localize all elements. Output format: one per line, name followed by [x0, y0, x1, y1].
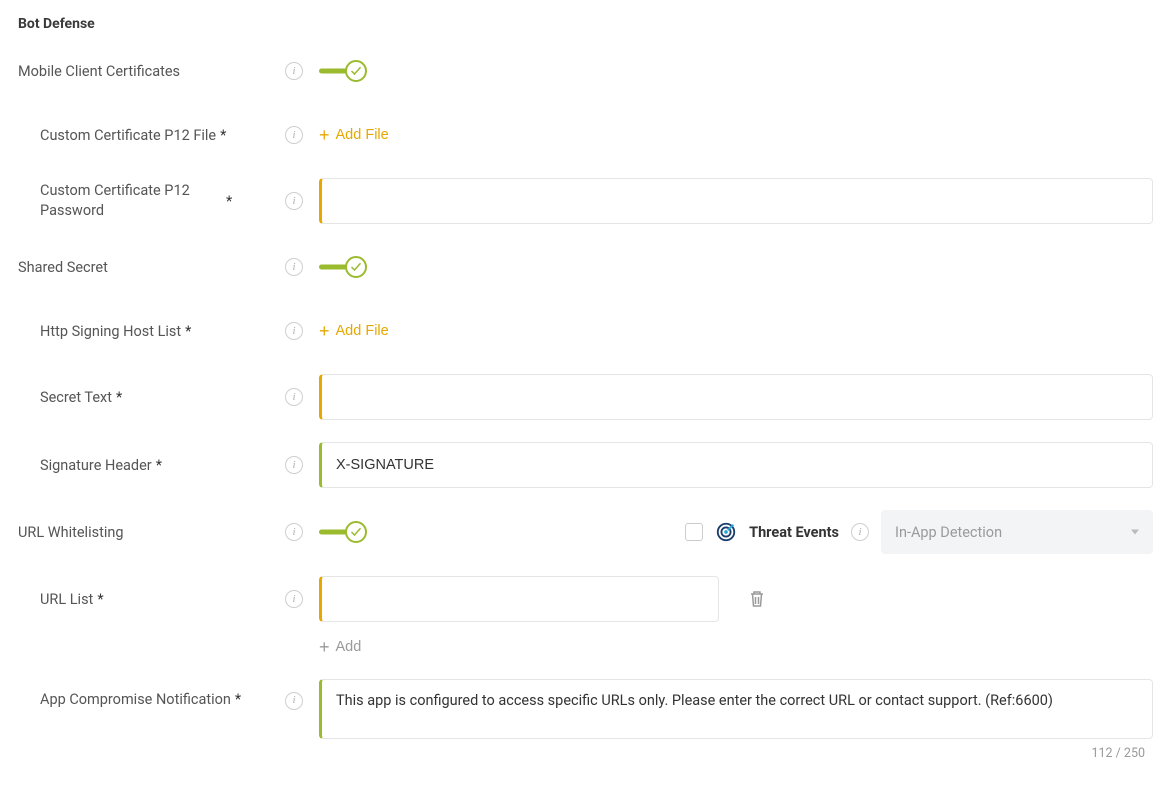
check-icon	[350, 526, 362, 538]
section-title: Bot Defense	[18, 16, 1153, 32]
info-icon[interactable]: i	[285, 258, 303, 276]
trash-icon	[749, 590, 765, 608]
required-mark: *	[226, 193, 232, 210]
required-mark: *	[235, 691, 241, 708]
label-shared-secret: Shared Secret	[18, 259, 108, 276]
label-custom-cert-password: Custom Certificate P12 Password	[40, 181, 220, 220]
label-http-signing-host-list: Http Signing Host List	[40, 323, 181, 340]
delete-url-button[interactable]	[743, 585, 771, 613]
check-icon	[350, 65, 362, 77]
row-http-signing-host-list: Http Signing Host List * i + Add File	[18, 310, 1153, 352]
required-mark: *	[220, 127, 226, 144]
add-file-button[interactable]: + Add File	[319, 126, 389, 144]
app-compromise-notification-textarea[interactable]	[319, 679, 1153, 739]
label-url-list: URL List	[40, 591, 93, 608]
info-icon[interactable]: i	[285, 62, 303, 80]
required-mark: *	[97, 591, 103, 608]
row-custom-cert-file: Custom Certificate P12 File * i + Add Fi…	[18, 114, 1153, 156]
check-icon	[350, 261, 362, 273]
info-icon[interactable]: i	[285, 456, 303, 474]
info-icon[interactable]: i	[285, 590, 303, 608]
info-icon[interactable]: i	[285, 388, 303, 406]
add-file-label: Add File	[336, 323, 389, 339]
chevron-down-icon	[1131, 530, 1139, 535]
row-custom-cert-password: Custom Certificate P12 Password * i	[18, 178, 1153, 224]
info-icon[interactable]: i	[285, 126, 303, 144]
row-mobile-client-certificates: Mobile Client Certificates i	[18, 50, 1153, 92]
in-app-detection-select: In-App Detection	[881, 510, 1153, 554]
plus-icon: +	[319, 126, 330, 144]
plus-icon: +	[319, 638, 330, 656]
toggle-url-whitelisting[interactable]	[319, 521, 367, 543]
row-app-compromise-notification: App Compromise Notification * i 112 / 25…	[18, 679, 1153, 743]
info-icon[interactable]: i	[851, 523, 869, 541]
required-mark: *	[116, 389, 122, 406]
info-icon[interactable]: i	[285, 692, 303, 710]
add-file-button[interactable]: + Add File	[319, 322, 389, 340]
target-icon	[715, 521, 737, 543]
row-url-list: URL List * i	[18, 576, 1153, 622]
label-secret-text: Secret Text	[40, 389, 112, 406]
label-app-compromise-notification: App Compromise Notification	[40, 691, 231, 708]
info-icon[interactable]: i	[285, 523, 303, 541]
required-mark: *	[156, 457, 162, 474]
required-mark: *	[185, 323, 191, 340]
info-icon[interactable]: i	[285, 322, 303, 340]
threat-events-label: Threat Events	[749, 524, 839, 541]
signature-header-input[interactable]	[319, 442, 1153, 488]
char-counter: 112 / 250	[1091, 746, 1145, 761]
toggle-shared-secret[interactable]	[319, 256, 367, 278]
row-signature-header: Signature Header * i	[18, 442, 1153, 488]
row-shared-secret: Shared Secret i	[18, 246, 1153, 288]
custom-cert-password-input[interactable]	[319, 178, 1153, 224]
add-url-label: Add	[336, 639, 362, 655]
label-mobile-client-certificates: Mobile Client Certificates	[18, 63, 180, 80]
row-secret-text: Secret Text * i	[18, 374, 1153, 420]
plus-icon: +	[319, 322, 330, 340]
select-value: In-App Detection	[895, 524, 1002, 541]
add-file-label: Add File	[336, 127, 389, 143]
threat-events-checkbox[interactable]	[685, 523, 703, 541]
row-url-whitelisting: URL Whitelisting i Threat Events i In	[18, 510, 1153, 554]
add-url-button[interactable]: + Add	[319, 638, 361, 656]
info-icon[interactable]: i	[285, 192, 303, 210]
toggle-mobile-client-certificates[interactable]	[319, 60, 367, 82]
secret-text-input[interactable]	[319, 374, 1153, 420]
label-signature-header: Signature Header	[40, 457, 152, 474]
label-url-whitelisting: URL Whitelisting	[18, 524, 124, 541]
label-custom-cert-file: Custom Certificate P12 File	[40, 127, 216, 144]
url-list-input[interactable]	[319, 576, 719, 622]
